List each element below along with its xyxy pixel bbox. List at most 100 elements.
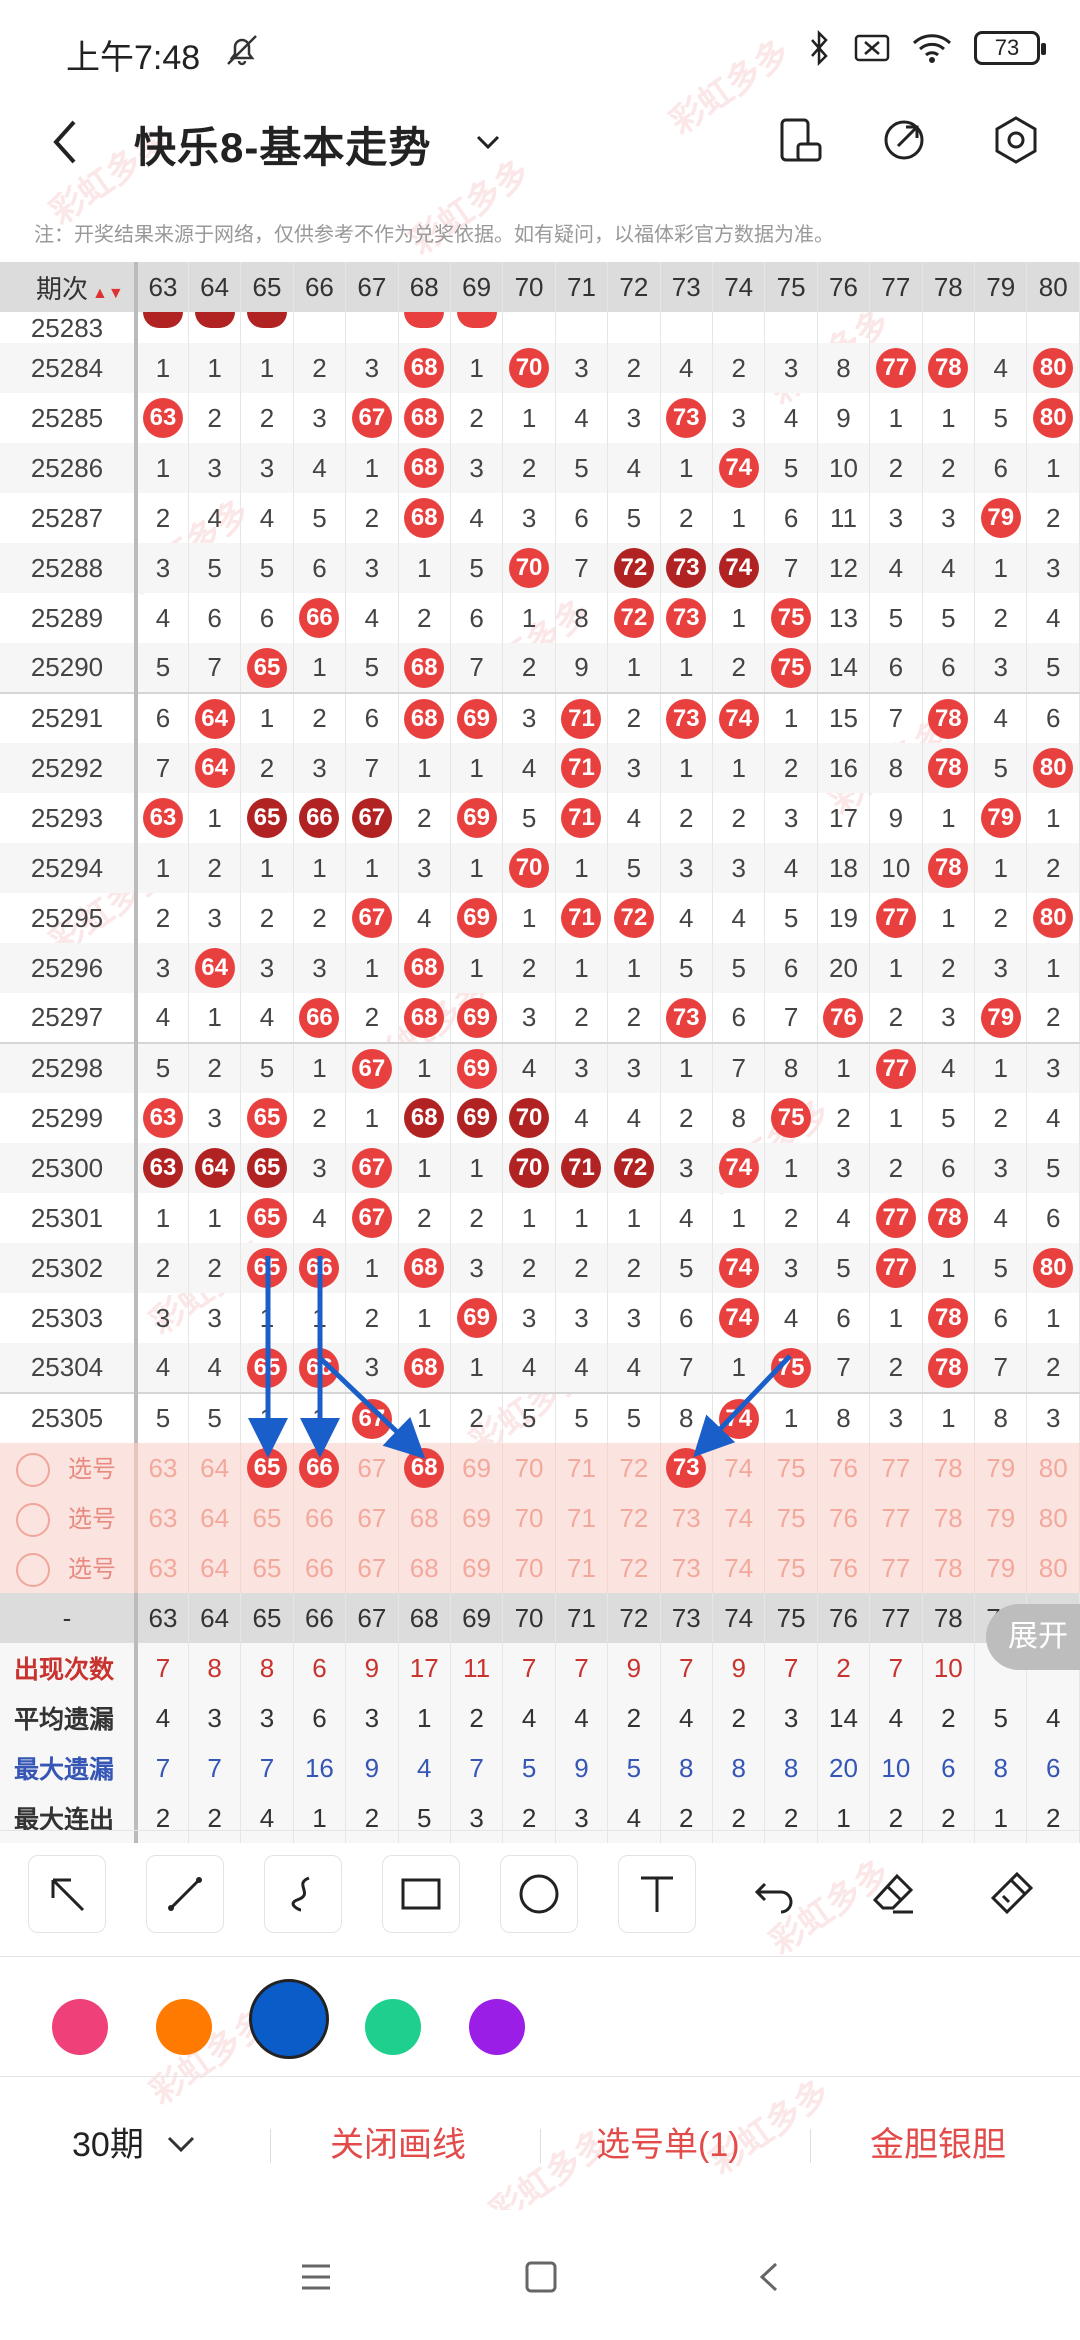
color-swatch-green[interactable] — [365, 1999, 421, 2055]
page-title[interactable]: 快乐8-基本走势 — [134, 114, 431, 175]
select-number-77[interactable]: 77 — [869, 1493, 923, 1543]
select-number-68[interactable]: 68 — [398, 1443, 451, 1493]
select-number-64[interactable]: 64 — [188, 1443, 242, 1493]
select-number-68[interactable]: 68 — [398, 1493, 451, 1543]
omission-cell: 3 — [136, 943, 189, 993]
select-number-80[interactable]: 80 — [1026, 1543, 1080, 1593]
select-number-76[interactable]: 76 — [817, 1443, 871, 1493]
select-number-79[interactable]: 79 — [974, 1443, 1028, 1493]
chevron-down-icon[interactable] — [470, 124, 506, 160]
color-swatch-purple[interactable] — [469, 1999, 525, 2055]
color-swatch-blue-selected[interactable] — [249, 1979, 329, 2059]
back-arrow-icon[interactable] — [44, 114, 92, 170]
select-row-label[interactable]: 选号 — [0, 1543, 138, 1593]
select-number-65[interactable]: 65 — [240, 1543, 294, 1593]
settings-icon[interactable] — [990, 114, 1042, 166]
status-bar: 上午7:48 73 — [0, 0, 1080, 96]
select-number-63[interactable]: 63 — [136, 1543, 189, 1593]
curve-tool-icon[interactable] — [264, 1855, 342, 1933]
select-number-71[interactable]: 71 — [555, 1443, 609, 1493]
select-number-76[interactable]: 76 — [817, 1493, 871, 1543]
select-row-label[interactable]: 选号 — [0, 1443, 138, 1493]
color-swatch-pink[interactable] — [52, 1999, 108, 2055]
select-number-67[interactable]: 67 — [345, 1543, 399, 1593]
select-number-69[interactable]: 69 — [450, 1543, 504, 1593]
expand-button[interactable]: 展开 — [986, 1604, 1080, 1670]
menu-icon[interactable] — [298, 2262, 334, 2292]
selected-ball[interactable]: 73 — [666, 1448, 707, 1488]
home-icon[interactable] — [524, 2260, 558, 2294]
select-number-73[interactable]: 73 — [660, 1543, 713, 1593]
select-number-66[interactable]: 66 — [293, 1493, 347, 1543]
line-tool-icon[interactable] — [146, 1855, 224, 1933]
back-icon[interactable] — [756, 2260, 782, 2294]
select-number-64[interactable]: 64 — [188, 1493, 242, 1543]
period-selector[interactable]: 30期 — [72, 2117, 144, 2166]
select-number-72[interactable]: 72 — [607, 1443, 661, 1493]
chevron-down-icon[interactable] — [164, 2131, 198, 2157]
select-number-63[interactable]: 63 — [136, 1443, 189, 1493]
select-number-69[interactable]: 69 — [450, 1443, 504, 1493]
select-number-79[interactable]: 79 — [974, 1543, 1028, 1593]
select-number-78[interactable]: 78 — [922, 1543, 976, 1593]
select-number-70[interactable]: 70 — [502, 1443, 556, 1493]
selected-ball[interactable]: 65 — [247, 1448, 288, 1488]
select-number-69[interactable]: 69 — [450, 1493, 504, 1543]
radio-circle-icon[interactable] — [16, 1553, 50, 1588]
select-number-71[interactable]: 71 — [555, 1543, 609, 1593]
selection-list-button[interactable]: 选号单(1) — [596, 2117, 740, 2166]
select-number-76[interactable]: 76 — [817, 1543, 871, 1593]
select-number-67[interactable]: 67 — [345, 1443, 399, 1493]
select-number-78[interactable]: 78 — [922, 1443, 976, 1493]
select-number-67[interactable]: 67 — [345, 1493, 399, 1543]
share-icon[interactable] — [878, 114, 930, 166]
text-tool-icon[interactable] — [618, 1855, 696, 1933]
select-number-70[interactable]: 70 — [502, 1493, 556, 1543]
eraser-icon[interactable] — [854, 1855, 932, 1933]
select-number-79[interactable]: 79 — [974, 1493, 1028, 1543]
color-swatch-orange[interactable] — [156, 1999, 212, 2055]
clear-icon[interactable] — [972, 1855, 1050, 1933]
select-number-65[interactable]: 65 — [240, 1493, 294, 1543]
select-number-63[interactable]: 63 — [136, 1493, 189, 1543]
draw-ball: 71 — [561, 698, 602, 739]
select-number-66[interactable]: 66 — [293, 1443, 347, 1493]
select-number-70[interactable]: 70 — [502, 1543, 556, 1593]
select-number-72[interactable]: 72 — [607, 1543, 661, 1593]
select-number-75[interactable]: 75 — [764, 1443, 818, 1493]
select-number-73[interactable]: 73 — [660, 1493, 713, 1543]
select-number-80[interactable]: 80 — [1026, 1493, 1080, 1543]
radio-circle-icon[interactable] — [16, 1503, 50, 1538]
rect-tool-icon[interactable] — [382, 1855, 460, 1933]
selected-ball[interactable]: 66 — [299, 1448, 340, 1488]
select-number-72[interactable]: 72 — [607, 1493, 661, 1543]
select-number-66[interactable]: 66 — [293, 1543, 347, 1593]
close-drawing-button[interactable]: 关闭画线 — [330, 2117, 466, 2166]
select-number-68[interactable]: 68 — [398, 1543, 451, 1593]
selected-ball[interactable]: 68 — [404, 1448, 445, 1488]
select-number-77[interactable]: 77 — [869, 1543, 923, 1593]
omission-cell: 1 — [555, 1193, 609, 1243]
select-number-74[interactable]: 74 — [712, 1543, 766, 1593]
select-number-64[interactable]: 64 — [188, 1543, 242, 1593]
hit-cell: 65 — [240, 1243, 294, 1293]
select-number-77[interactable]: 77 — [869, 1443, 923, 1493]
omission-cell: 1 — [240, 1393, 294, 1443]
select-row-label[interactable]: 选号 — [0, 1493, 138, 1543]
select-number-74[interactable]: 74 — [712, 1493, 766, 1543]
gold-silver-button[interactable]: 金胆银胆 — [870, 2117, 1006, 2166]
select-number-65[interactable]: 65 — [240, 1443, 294, 1493]
select-number-71[interactable]: 71 — [555, 1493, 609, 1543]
radio-circle-icon[interactable] — [16, 1453, 50, 1488]
select-number-73[interactable]: 73 — [660, 1443, 713, 1493]
period-header[interactable]: 期次 ▲▼ — [0, 262, 138, 312]
select-number-80[interactable]: 80 — [1026, 1443, 1080, 1493]
select-number-78[interactable]: 78 — [922, 1493, 976, 1543]
select-number-74[interactable]: 74 — [712, 1443, 766, 1493]
select-number-75[interactable]: 75 — [764, 1543, 818, 1593]
circle-tool-icon[interactable] — [500, 1855, 578, 1933]
undo-icon[interactable] — [736, 1855, 814, 1933]
orientation-icon[interactable] — [774, 114, 826, 166]
arrow-tool-icon[interactable] — [28, 1855, 106, 1933]
select-number-75[interactable]: 75 — [764, 1493, 818, 1543]
